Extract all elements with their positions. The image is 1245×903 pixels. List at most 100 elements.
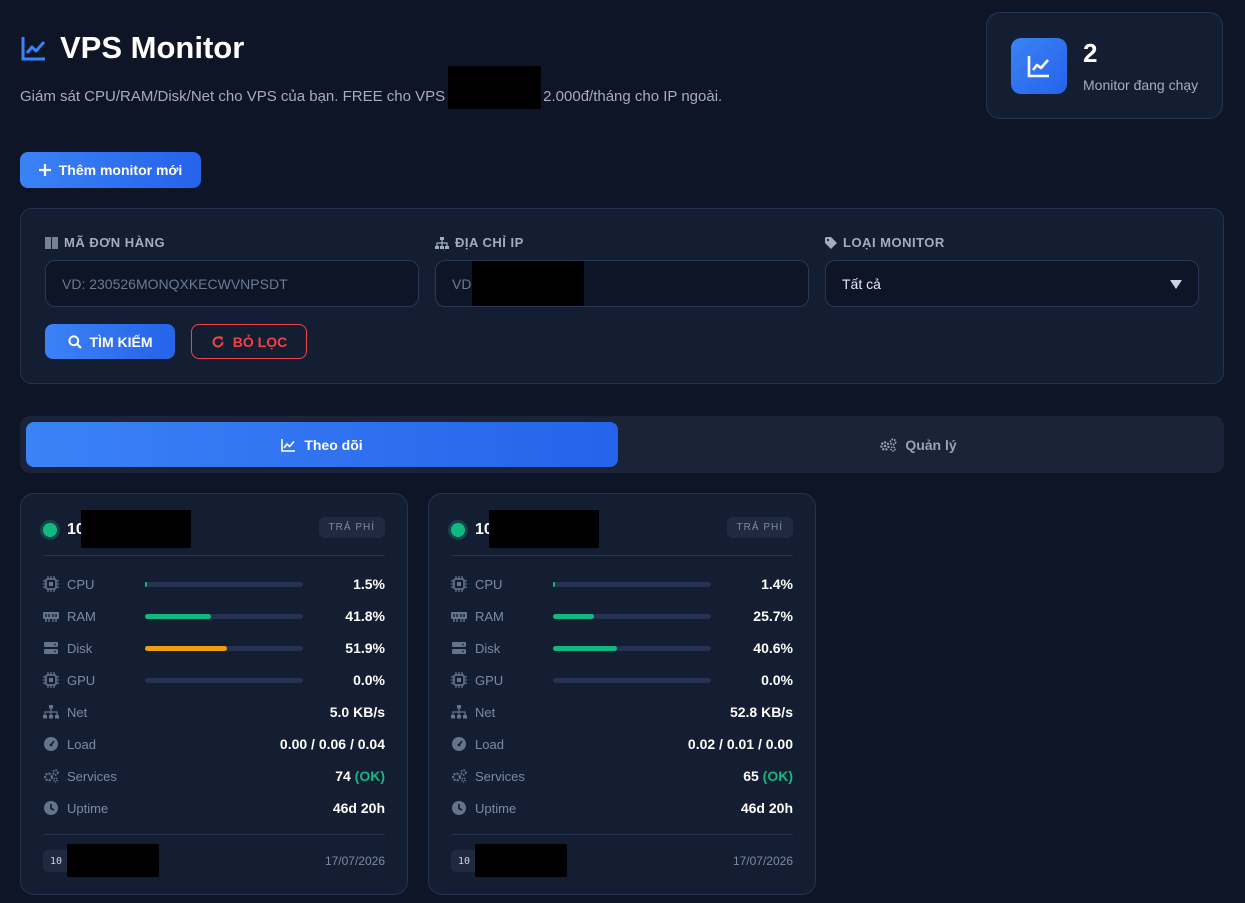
ram-bar [145, 613, 303, 619]
services-count: 74 [335, 768, 351, 784]
net-value: 5.0 KB/s [329, 704, 385, 720]
metric-net: Net 5.0 KB/s [43, 702, 385, 722]
ram-value: 41.8% [345, 608, 385, 624]
gpu-icon [451, 672, 467, 688]
gauge-icon [44, 737, 58, 751]
gears-icon [451, 769, 467, 783]
cpu-bar [145, 581, 303, 587]
tab-manage[interactable]: Quản lý [618, 422, 1218, 467]
clock-icon [452, 801, 466, 815]
tab-monitor[interactable]: Theo dõi [26, 422, 618, 467]
metric-cpu: CPU 1.4% [451, 574, 793, 594]
disk-label: Disk [67, 640, 93, 656]
page-title: VPS Monitor [60, 30, 245, 65]
type-select[interactable]: Tất cả [825, 260, 1199, 307]
ram-value: 25.7% [753, 608, 793, 624]
disk-value: 40.6% [753, 640, 793, 656]
metric-load: Load 0.00 / 0.06 / 0.04 [43, 734, 385, 754]
ip-input[interactable]: VD [435, 260, 809, 307]
services-value: 65 (OK) [743, 768, 793, 784]
network-icon [43, 705, 59, 719]
gpu-value: 0.0% [761, 672, 793, 688]
services-status: (OK) [762, 768, 793, 784]
redo-icon [212, 335, 224, 347]
gpu-bar [553, 677, 711, 683]
redaction [472, 261, 584, 306]
services-label: Services [67, 768, 117, 784]
metric-uptime: Uptime 46d 20h [43, 798, 385, 818]
running-count: 2 [1083, 38, 1098, 68]
disk-label: Disk [475, 640, 501, 656]
uptime-label: Uptime [475, 800, 517, 816]
redaction [67, 844, 159, 877]
ip-placeholder: VD [452, 275, 472, 292]
net-value: 52.8 KB/s [729, 704, 793, 720]
cpu-icon [43, 576, 59, 592]
cpu-label: CPU [67, 576, 95, 592]
redaction [475, 844, 567, 877]
plan-badge: TRẢ PHÍ [726, 517, 793, 538]
cpu-bar [553, 581, 711, 587]
ram-label: RAM [67, 608, 96, 624]
metric-services: Services 74 (OK) [43, 766, 385, 786]
stats-chart-icon [1011, 37, 1067, 94]
add-monitor-button[interactable]: Thêm monitor mới [20, 152, 201, 188]
subtitle-start: Giám sát CPU/RAM/Disk/Net cho VPS của bạ… [20, 88, 446, 105]
net-label: Net [67, 704, 88, 720]
chart-line-icon [281, 438, 296, 452]
metric-load: Load 0.02 / 0.01 / 0.00 [451, 734, 793, 754]
type-filter: LOẠI MONITOR Tất cả [825, 235, 1199, 307]
memory-icon [43, 612, 59, 622]
search-icon [67, 334, 82, 349]
load-value: 0.00 / 0.06 / 0.04 [279, 736, 385, 752]
tab-manage-label: Quản lý [905, 436, 957, 453]
uptime-value: 46d 20h [332, 800, 385, 816]
order-input[interactable]: VD: 230526MONQXKECWVNPSDT [45, 260, 419, 307]
hdd-icon [44, 642, 58, 654]
ram-label: RAM [475, 608, 504, 624]
plus-icon [38, 164, 51, 176]
services-value: 74 (OK) [335, 768, 385, 784]
metric-ram: RAM 25.7% [451, 606, 793, 626]
add-monitor-label: Thêm monitor mới [58, 162, 183, 178]
reset-filter-button[interactable]: BỎ LỌC [191, 324, 307, 359]
card-footer: 10 17/07/2026 [451, 834, 793, 884]
running-monitors-card: 2 Monitor đang chạy [986, 12, 1223, 119]
card-footer: 10 17/07/2026 [43, 834, 385, 884]
gpu-bar [145, 677, 303, 683]
disk-bar [145, 645, 303, 651]
order-label: MÃ ĐƠN HÀNG [64, 235, 166, 250]
gpu-value: 0.0% [353, 672, 385, 688]
redaction [448, 66, 541, 109]
page-header: VPS Monitor Giám sát CPU/RAM/Disk/Net ch… [20, 30, 723, 109]
disk-bar [553, 645, 711, 651]
metric-services: Services 65 (OK) [451, 766, 793, 786]
card-header: 10 TRẢ PHÍ [43, 510, 385, 556]
gears-icon [43, 769, 59, 783]
monitor-card[interactable]: 10 TRẢ PHÍ CPU 1.5% RAM 41.8% Disk 51.9%… [20, 493, 408, 895]
gears-icon [880, 438, 897, 452]
load-label: Load [67, 736, 96, 752]
network-icon [451, 705, 467, 719]
services-status: (OK) [354, 768, 385, 784]
status-online-dot [43, 523, 57, 537]
subtitle-end: 2.000đ/tháng cho IP ngoài. [543, 88, 723, 105]
chart-line-icon [21, 37, 46, 61]
metric-disk: Disk 51.9% [43, 638, 385, 658]
type-selected-value: Tất cả [842, 275, 881, 292]
tab-monitor-label: Theo dõi [304, 436, 363, 453]
metric-disk: Disk 40.6% [451, 638, 793, 658]
network-icon [435, 236, 449, 249]
cpu-label: CPU [475, 576, 503, 592]
uptime-value: 46d 20h [740, 800, 793, 816]
barcode-icon [45, 236, 58, 249]
ip-filter: ĐỊA CHỈ IP VD [435, 235, 809, 307]
clock-icon [44, 801, 58, 815]
order-placeholder: VD: 230526MONQXKECWVNPSDT [62, 275, 288, 292]
disk-value: 51.9% [345, 640, 385, 656]
running-label: Monitor đang chạy [1083, 77, 1199, 93]
monitor-card[interactable]: 10 TRẢ PHÍ CPU 1.4% RAM 25.7% Disk 40.6%… [428, 493, 816, 895]
reset-label: BỎ LỌC [232, 333, 288, 350]
hdd-icon [452, 642, 466, 654]
search-button[interactable]: TÌM KIẾM [45, 324, 175, 359]
